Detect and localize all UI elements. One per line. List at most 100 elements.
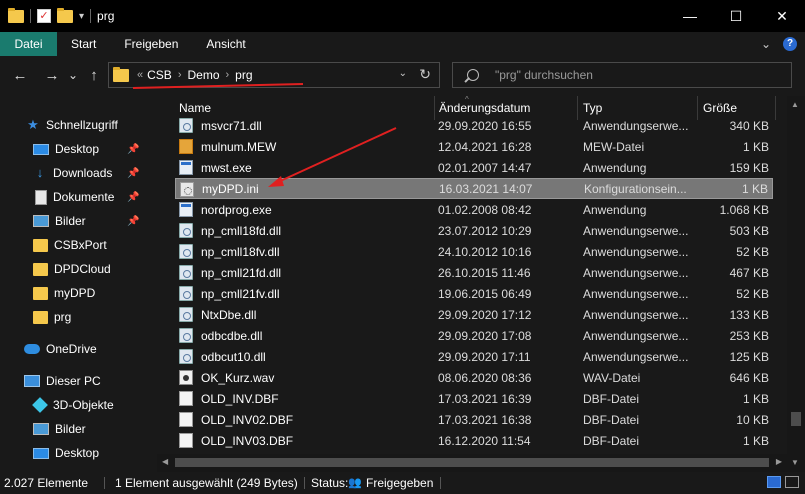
file-row[interactable]: NtxDbe.dll 29.09.2020 17:12 Anwendungserwe… [175,304,773,325]
address-bar[interactable]: « CSB › Demo › prg ⌄ ↻ [108,62,440,88]
pin-icon[interactable]: 📌 [127,168,139,179]
file-date: 29.09.2020 16:55 [438,118,532,133]
file-row[interactable]: np_cmll21fv.dll 19.06.2015 06:49 Anwendung… [175,283,773,304]
sidebar-item-downloads[interactable]: ↓ Downloads [33,162,113,184]
sidebar-item-this-pc[interactable]: Dieser PC [24,370,101,392]
file-row[interactable]: nordprog.exe 01.02.2008 08:42 Anwendung 1.0… [175,199,773,220]
tab-start[interactable]: Start [57,32,110,56]
file-date: 26.10.2015 11:46 [438,265,531,280]
file-type: Anwendungserwe... [583,118,689,133]
dll-file-icon [179,349,193,364]
forward-button[interactable]: → [40,63,64,87]
file-size: 125 KB [729,349,769,364]
breadcrumb-csb[interactable]: CSB [147,68,172,82]
scroll-up-icon[interactable]: ▲ [791,100,799,109]
divider [104,477,105,489]
navigation-pane: ★ Schnellzugriff Desktop 📌 ↓ Downloads 📌… [0,96,157,472]
sidebar-item-quick-access[interactable]: ★ Schnellzugriff [26,114,118,136]
tab-ansicht[interactable]: Ansicht [192,32,259,56]
help-icon[interactable]: ? [783,37,797,51]
chevron-right-icon[interactable]: › [226,69,230,81]
maximize-button[interactable]: ☐ [713,0,759,32]
sidebar-item-3d-objekte[interactable]: 3D-Objekte [32,394,114,416]
dll-file-icon [179,244,193,259]
file-size: 253 KB [729,328,769,343]
file-date: 29.09.2020 17:12 [438,307,532,322]
file-row[interactable]: OLD_INV03.DBF 16.12.2020 11:54 DBF-Datei 1 … [175,430,773,451]
divider [440,477,441,489]
breadcrumb-prg[interactable]: prg [235,68,252,82]
refresh-icon[interactable]: ↻ [419,66,431,83]
sidebar-item-mydpd[interactable]: myDPD [33,282,95,304]
search-input[interactable]: "prg" durchsuchen [452,62,792,88]
scroll-right-icon[interactable]: ▶ [776,457,782,466]
sidebar-item-bilder[interactable]: Bilder [33,210,86,232]
sidebar-item-onedrive[interactable]: OneDrive [24,338,97,360]
file-size: 1.068 KB [719,202,769,217]
chevron-icon[interactable]: « [137,69,143,81]
pin-icon[interactable]: 📌 [127,192,139,203]
sidebar-item-dokumente[interactable]: Dokumente [35,186,114,208]
scrollbar-thumb[interactable] [175,458,769,467]
file-type: Anwendungserwe... [583,286,689,301]
file-row[interactable]: mwst.exe 02.01.2007 14:47 Anwendung 159 KB [175,157,773,178]
file-name: OLD_INV.DBF [201,391,279,406]
wav-file-icon [179,370,193,385]
file-type: WAV-Datei [583,370,641,385]
sidebar-item-prg[interactable]: prg [33,306,71,328]
scroll-down-icon[interactable]: ▼ [791,458,799,467]
new-folder-icon[interactable] [57,7,73,23]
tab-datei[interactable]: Datei [0,32,57,56]
dll-file-icon [179,286,193,301]
file-row[interactable]: OK_Kurz.wav 08.06.2020 08:36 WAV-Datei 646 … [175,367,773,388]
file-row[interactable]: odbcut10.dll 29.09.2020 17:11 Anwendungser… [175,346,773,367]
back-button[interactable]: ← [8,63,32,87]
pictures-icon [33,215,49,227]
sidebar-item-pc-bilder[interactable]: Bilder [33,418,86,440]
sidebar-item-pc-desktop[interactable]: Desktop [33,442,99,464]
properties-icon[interactable]: ✓ [37,9,51,23]
vertical-scrollbar[interactable]: ▲ ▼ [787,96,805,472]
file-size: 159 KB [729,160,769,175]
scrollbar-thumb[interactable] [791,412,801,426]
title-bar: ✓ ▾ prg — ☐ ✕ [0,0,805,32]
details-view-icon[interactable] [767,476,781,488]
sidebar-item-dpdcloud[interactable]: DPDCloud [33,258,111,280]
breadcrumb-demo[interactable]: Demo [187,68,219,82]
minimize-button[interactable]: — [667,0,713,32]
file-size: 1 KB [742,391,769,406]
file-name: np_cmll18fv.dll [201,244,280,259]
file-row[interactable]: odbcdbe.dll 29.09.2020 17:08 Anwendungserw… [175,325,773,346]
divider [304,477,305,489]
large-icons-view-icon[interactable] [785,476,799,488]
dll-file-icon [179,328,193,343]
star-icon: ★ [27,117,39,132]
file-row[interactable]: mulnum.MEW 12.04.2021 16:28 MEW-Datei 1 KB [175,136,773,157]
up-button[interactable]: ↑ [82,63,106,87]
recent-locations-button[interactable]: ⌄ [66,63,80,87]
expand-ribbon-icon[interactable]: ⌄ [761,37,771,51]
sidebar-item-desktop[interactable]: Desktop [33,138,99,160]
file-row[interactable]: np_cmll21fd.dll 26.10.2015 11:46 Anwendung… [175,262,773,283]
file-size: 1 KB [741,181,768,196]
tab-freigeben[interactable]: Freigeben [110,32,192,56]
sidebar-item-csbxport[interactable]: CSBxPort [33,234,107,256]
horizontal-scrollbar[interactable]: ◀ ▶ [157,454,787,472]
column-resize-handle[interactable] [775,96,776,120]
chevron-down-icon[interactable]: ⌄ [399,68,407,79]
file-row[interactable]: OLD_INV.DBF 17.03.2021 16:39 DBF-Datei 1 KB [175,388,773,409]
chevron-right-icon[interactable]: › [178,69,182,81]
pin-icon[interactable]: 📌 [127,216,139,227]
pictures-icon [33,423,49,435]
customize-toolbar-icon[interactable]: ▾ [79,11,84,22]
scroll-left-icon[interactable]: ◀ [162,457,168,466]
file-row[interactable]: msvcr71.dll 29.09.2020 16:55 Anwendungserw… [175,115,773,136]
pin-icon[interactable]: 📌 [127,144,139,155]
file-row[interactable]: np_cmll18fd.dll 23.07.2012 10:29 Anwendung… [175,220,773,241]
file-type: Anwendungserwe... [583,307,689,322]
file-row[interactable]: np_cmll18fv.dll 24.10.2012 10:16 Anwendung… [175,241,773,262]
close-button[interactable]: ✕ [759,0,805,32]
cube-icon [32,397,48,413]
file-row[interactable]: myDPD.ini 16.03.2021 14:07 Konfigurationse… [175,178,773,199]
file-row[interactable]: OLD_INV02.DBF 17.03.2021 16:38 DBF-Datei 10… [175,409,773,430]
